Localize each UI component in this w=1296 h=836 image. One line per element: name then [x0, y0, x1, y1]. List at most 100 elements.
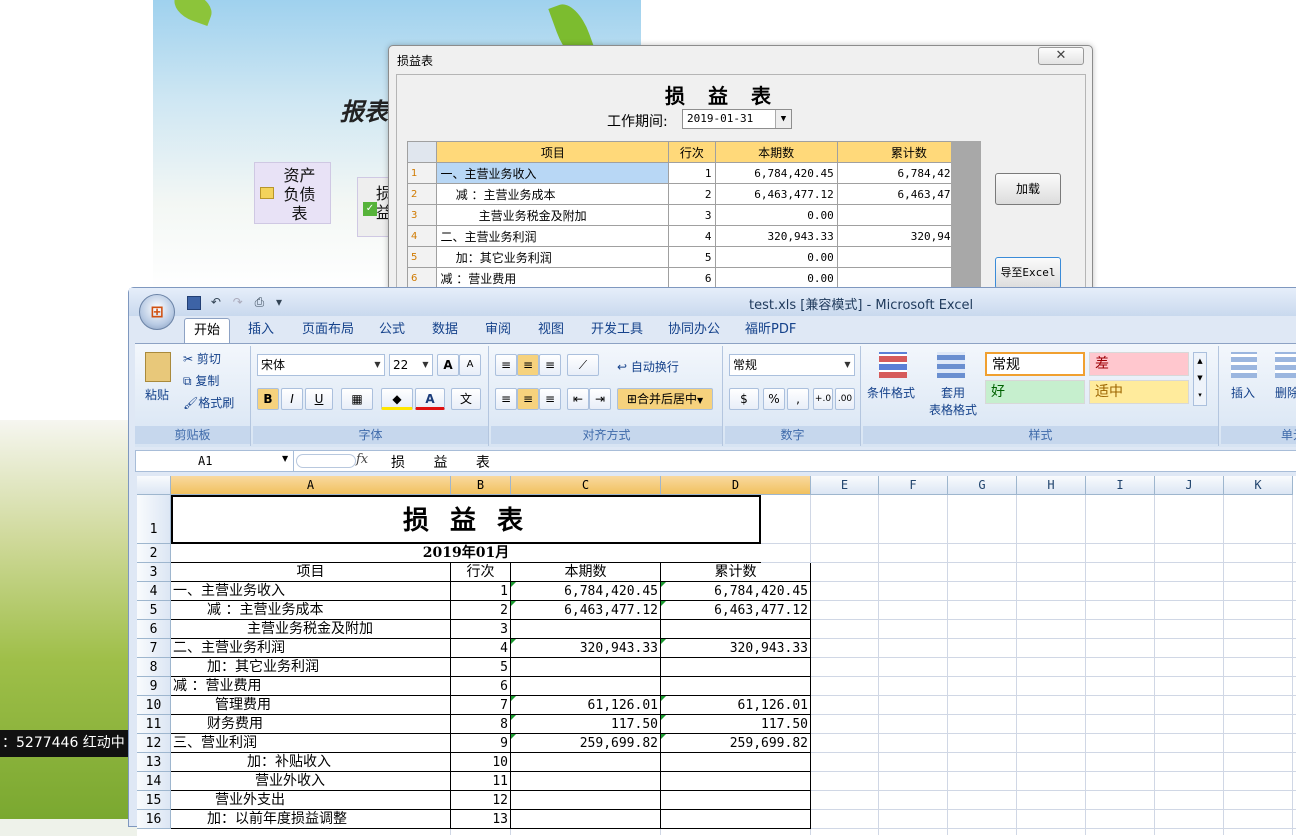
current-cell[interactable] [511, 753, 661, 772]
number-format-combo[interactable]: 常规 ▼ [729, 354, 855, 376]
balance-sheet-tile[interactable]: 资产 负债 表 [254, 162, 331, 224]
current-cell[interactable]: 61,126.01 [511, 696, 661, 715]
line-cell[interactable]: 7 [451, 696, 511, 715]
line-cell[interactable]: 11 [451, 772, 511, 791]
style-bad[interactable]: 差 [1089, 352, 1189, 376]
align-bottom-button[interactable]: ≡ [539, 354, 561, 376]
ytd-cell[interactable] [661, 772, 811, 791]
style-normal[interactable]: 常规 [985, 352, 1085, 376]
item-cell[interactable]: 主营业务税金及附加 [171, 620, 451, 639]
redo-icon[interactable]: ↷ [233, 295, 243, 309]
current-cell[interactable]: 320,943.33 [511, 639, 661, 658]
grid-row[interactable]: 3 主营业务税金及附加30.000.00 [406, 204, 982, 226]
current-cell[interactable] [511, 620, 661, 639]
row-header[interactable]: 3 [137, 563, 171, 582]
item-cell[interactable]: 加：补贴收入 [171, 753, 451, 772]
cut-button[interactable]: ✂ 剪切 [183, 350, 221, 367]
current-cell[interactable]: 0.00 [714, 204, 838, 226]
item-cell[interactable]: 二、主营业务利润 [171, 639, 451, 658]
ytd-cell[interactable]: 117.50 [661, 715, 811, 734]
font-size-combo[interactable]: 22 ▼ [389, 354, 433, 376]
phonetic-button[interactable]: 文 [451, 388, 481, 410]
export-excel-button[interactable]: 导至Excel [995, 257, 1061, 289]
sheet-column-header[interactable]: 累计数 [661, 563, 811, 582]
grid-corner[interactable] [406, 141, 438, 163]
column-header[interactable]: 本期数 [714, 141, 838, 163]
row-header[interactable]: 5 [137, 601, 171, 620]
line-cell[interactable]: 2 [668, 183, 716, 205]
item-cell[interactable]: 一、主营业务收入 [171, 582, 451, 601]
item-cell[interactable]: 加：其它业务利润 [171, 658, 451, 677]
current-cell[interactable]: 259,699.82 [511, 734, 661, 753]
select-all[interactable] [137, 476, 171, 495]
align-top-button[interactable]: ≡ [495, 354, 517, 376]
current-cell[interactable]: 117.50 [511, 715, 661, 734]
line-cell[interactable]: 6 [451, 677, 511, 696]
row-header[interactable]: 16 [137, 810, 171, 829]
paste-icon[interactable] [145, 352, 171, 382]
current-cell[interactable]: 6,463,477.12 [714, 183, 838, 205]
item-cell[interactable]: 减 ：主营业务成本 [436, 183, 670, 205]
tab-developer[interactable]: 开发工具 [591, 318, 643, 343]
vertical-scrollbar[interactable] [951, 141, 981, 301]
ytd-cell[interactable] [661, 620, 811, 639]
line-cell[interactable]: 5 [668, 246, 716, 268]
accounting-format-button[interactable]: $ [729, 388, 759, 410]
close-button[interactable]: ✕ [1038, 47, 1084, 65]
row-header[interactable]: 1 [137, 495, 171, 544]
line-cell[interactable]: 3 [668, 204, 716, 226]
line-cell[interactable]: 4 [668, 225, 716, 247]
current-cell[interactable] [511, 791, 661, 810]
item-cell[interactable]: 减 ：主营业务成本 [171, 601, 451, 620]
row-header[interactable]: 13 [137, 753, 171, 772]
ytd-cell[interactable]: 6,784,420.45 [661, 582, 811, 601]
row-header[interactable]: 7 [137, 639, 171, 658]
ytd-cell[interactable]: 320,943.33 [661, 639, 811, 658]
ytd-cell[interactable]: 259,699.82 [661, 734, 811, 753]
ytd-cell[interactable]: 6,463,477.12 [661, 601, 811, 620]
align-right-button[interactable]: ≡ [539, 388, 561, 410]
line-cell[interactable]: 1 [668, 162, 716, 184]
tab-formulas[interactable]: 公式 [379, 318, 405, 343]
line-cell[interactable]: 9 [451, 734, 511, 753]
current-cell[interactable] [511, 772, 661, 791]
tab-collaboration[interactable]: 协同办公 [668, 318, 720, 343]
grid-row[interactable]: 2 减 ：主营业务成本 2 6,463,477.12 6,463,477.12 [406, 183, 982, 205]
item-cell[interactable]: 财务费用 [171, 715, 451, 734]
line-cell[interactable]: 4 [451, 639, 511, 658]
row-header[interactable]: 15 [137, 791, 171, 810]
row-header[interactable]: 14 [137, 772, 171, 791]
align-middle-button[interactable]: ≡ [517, 354, 539, 376]
sheet-period[interactable]: 2019年01月 [171, 544, 761, 563]
column-header[interactable]: J [1155, 476, 1224, 495]
line-cell[interactable]: 1 [451, 582, 511, 601]
tab-data[interactable]: 数据 [432, 318, 458, 343]
row-header[interactable]: 8 [137, 658, 171, 677]
line-cell[interactable]: 2 [451, 601, 511, 620]
font-name-combo[interactable]: 宋体 ▼ [257, 354, 385, 376]
merge-center-button[interactable]: ⊞合并后居中▼ [617, 388, 713, 410]
row-number[interactable]: 4 [406, 225, 438, 247]
grid-row[interactable]: 4 二、主营业务利润 4 320,943.33 320,943.33 [406, 225, 982, 247]
sheet-column-header[interactable]: 本期数 [511, 563, 661, 582]
align-center-button[interactable]: ≡ [517, 388, 539, 410]
style-neutral[interactable]: 适中 [1089, 380, 1189, 404]
font-color-button[interactable]: A [415, 388, 445, 410]
current-cell[interactable]: 0.00 [714, 246, 838, 268]
item-cell[interactable]: 减 ：营业费用 [171, 677, 451, 696]
customize-qat-icon[interactable]: ▾ [276, 295, 282, 309]
line-cell[interactable]: 13 [451, 810, 511, 829]
column-header[interactable]: 行次 [668, 141, 716, 163]
current-cell[interactable]: 6,784,420.45 [511, 582, 661, 601]
item-cell[interactable]: 加：其它业务利润 [436, 246, 670, 268]
align-left-button[interactable]: ≡ [495, 388, 517, 410]
style-good[interactable]: 好 [985, 380, 1085, 404]
decrease-decimal-button[interactable]: .00 [835, 388, 855, 410]
insert-function-icon[interactable]: fx [356, 452, 368, 467]
fill-color-button[interactable]: ◆ [381, 388, 413, 410]
formula-input[interactable]: 损 益 表 [391, 452, 502, 472]
row-number[interactable]: 6 [406, 267, 438, 289]
grid-row[interactable]: 6减 ：营业费用60.000.00 [406, 267, 982, 289]
chevron-down-icon[interactable]: ▼ [775, 110, 791, 128]
tab-review[interactable]: 审阅 [485, 318, 511, 343]
